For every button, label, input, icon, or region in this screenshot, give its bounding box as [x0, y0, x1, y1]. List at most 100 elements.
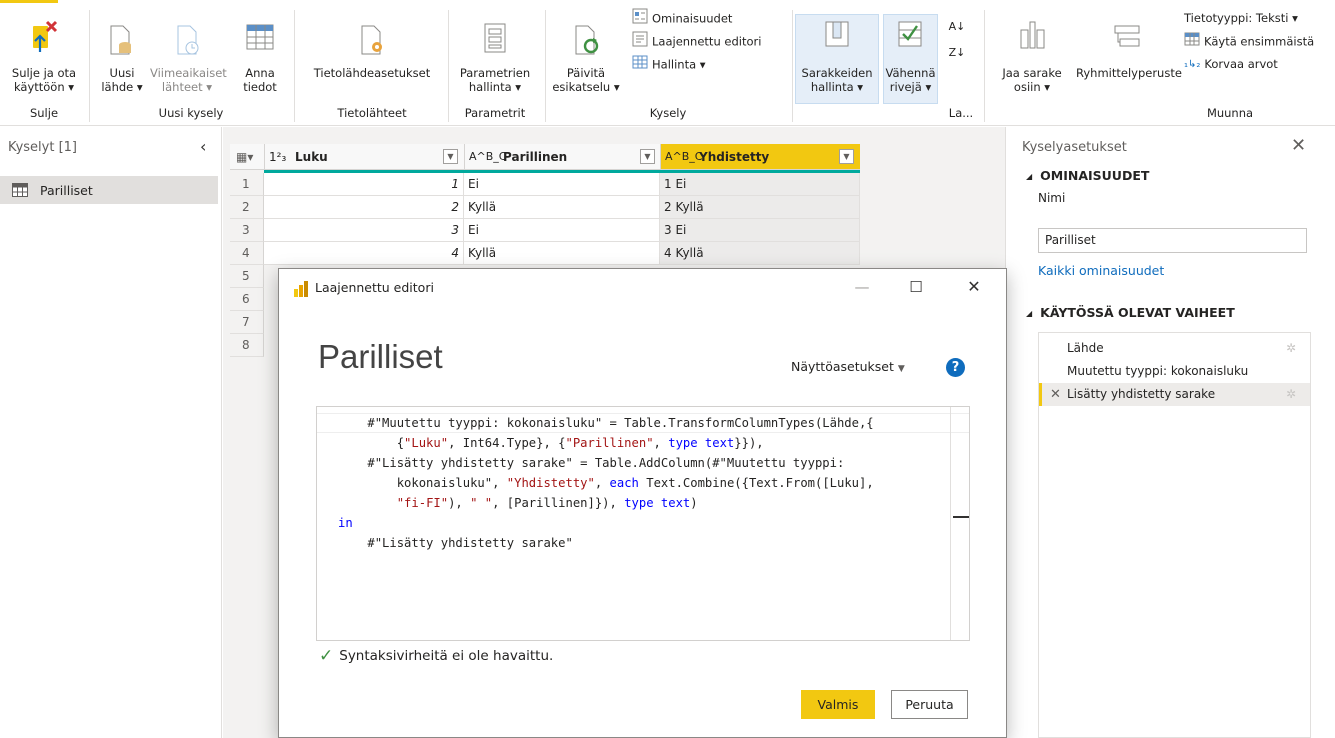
editor-scrollbar-marker[interactable] [953, 516, 969, 518]
table-cell[interactable]: 1 Ei [660, 173, 860, 196]
close-icon[interactable]: ✕ [957, 273, 991, 301]
table-cell[interactable]: 1 [264, 173, 464, 196]
done-button[interactable]: Valmis [801, 690, 875, 719]
row-number[interactable]: 7 [230, 311, 264, 334]
reduce-rows-label: Vähennä rivejä ▾ [885, 66, 936, 94]
refresh-preview-label: Päivitä esikatselu ▾ [552, 66, 620, 94]
cancel-button[interactable]: Peruuta [891, 690, 968, 719]
help-icon[interactable]: ? [946, 358, 965, 377]
table-cell[interactable]: Kyllä [464, 196, 660, 219]
enter-data-button[interactable]: Anna tiedot [238, 20, 282, 100]
properties-label: Ominaisuudet [652, 11, 733, 26]
column-header-label: Parillinen [503, 150, 568, 164]
table-cell[interactable]: 3 Ei [660, 219, 860, 242]
refresh-preview-button[interactable]: Päivitä esikatselu ▾ [548, 20, 624, 100]
sort-descending-button[interactable]: Z↓ [948, 46, 966, 66]
row-number[interactable]: 1 [230, 173, 264, 196]
row-number[interactable]: 6 [230, 288, 264, 311]
code-line: #"Lisätty yhdistetty sarake" = Table.Add… [367, 456, 845, 470]
step-label: Muutettu tyyppi: kokonaisluku [1067, 364, 1249, 378]
group-by-button[interactable]: Ryhmittelyperuste [1076, 20, 1182, 100]
table-icon [12, 183, 28, 197]
maximize-icon[interactable]: ☐ [899, 273, 933, 301]
data-source-settings-label: Tietolähdeasetukset [313, 66, 431, 80]
column-header-yhdistetty[interactable]: A^B_C Yhdistetty ▼ [660, 144, 860, 170]
manage-button[interactable]: Hallinta ▾ [632, 54, 706, 74]
row-number[interactable]: 2 [230, 196, 264, 219]
row-number[interactable]: 3 [230, 219, 264, 242]
recent-sources-label: Viimeaikaiset lähteet ▾ [150, 66, 227, 94]
all-properties-link[interactable]: Kaikki ominaisuudet [1038, 263, 1164, 278]
replace-values-button[interactable]: ₁↳₂ Korvaa arvot [1184, 54, 1278, 74]
close-apply-icon [33, 20, 58, 52]
query-name-input[interactable]: Parilliset [1038, 228, 1307, 253]
properties-heading-label: OMINAISUUDET [1040, 168, 1150, 183]
display-options-dropdown[interactable]: Näyttöasetukset ▼ [791, 359, 905, 374]
split-column-button[interactable]: Jaa sarake osiin ▾ [988, 20, 1076, 100]
editor-scrollbar-track[interactable] [950, 407, 951, 640]
sort-ascending-button[interactable]: A↓ [948, 20, 966, 40]
recent-sources-button[interactable]: Viimeaikaiset lähteet ▾ [150, 20, 227, 100]
applied-steps-heading[interactable]: ◢ KÄYTÖSSÄ OLEVAT VAIHEET [1026, 305, 1235, 320]
table-cell[interactable]: Ei [464, 173, 660, 196]
collapse-chevron-icon[interactable]: ‹ [200, 137, 206, 156]
reduce-rows-button[interactable]: Vähennä rivejä ▾ [883, 20, 938, 100]
manage-parameters-label: Parametrien hallinta ▾ [459, 66, 531, 94]
table-cell[interactable]: Kyllä [464, 242, 660, 265]
new-source-button[interactable]: Uusi lähde ▾ [96, 20, 148, 100]
code-editor[interactable]: #"Muutettu tyyppi: kokonaisluku" = Table… [316, 406, 970, 641]
close-icon[interactable]: ✕ [1291, 135, 1306, 156]
step-item[interactable]: Muutettu tyyppi: kokonaisluku [1039, 360, 1310, 383]
choose-columns-button[interactable]: Sarakkeiden hallinta ▾ [795, 20, 879, 100]
whole-number-type-icon[interactable]: 1²₃ [269, 150, 286, 164]
gear-icon[interactable]: ✲ [1286, 383, 1296, 406]
column-header-luku[interactable]: 1²₃ Luku ▼ [264, 144, 464, 170]
filter-dropdown-icon[interactable]: ▼ [839, 149, 854, 164]
text-type-icon[interactable]: A^B_C [469, 150, 506, 163]
row-number[interactable]: 4 [230, 242, 264, 265]
table-menu-icon: ▦▾ [236, 150, 254, 164]
use-first-row-button[interactable]: Käytä ensimmäistä [1184, 31, 1314, 51]
table-cell[interactable]: 2 Kyllä [660, 196, 860, 219]
properties-section-heading[interactable]: ◢ OMINAISUUDET [1026, 168, 1149, 183]
sort-descending-icon: Z↓ [948, 46, 966, 59]
close-apply-button[interactable]: Sulje ja ota käyttöön ▾ [4, 20, 84, 100]
parameters-icon [484, 23, 506, 53]
reduce-rows-icon [898, 21, 922, 47]
ribbon-separator [448, 10, 449, 122]
minimize-icon[interactable]: — [845, 273, 879, 301]
table-menu-button[interactable]: ▦▾ [230, 144, 264, 170]
split-column-label: Jaa sarake osiin ▾ [1002, 66, 1062, 94]
manage-parameters-button[interactable]: Parametrien hallinta ▾ [452, 20, 538, 100]
step-item-selected[interactable]: ✕ Lisätty yhdistetty sarake ✲ [1039, 383, 1310, 406]
step-item[interactable]: Lähde ✲ [1039, 337, 1310, 360]
name-label: Nimi [1038, 191, 1066, 205]
text-type-icon[interactable]: A^B_C [665, 150, 702, 163]
gear-icon[interactable]: ✲ [1286, 337, 1296, 360]
advanced-editor-button[interactable]: Laajennettu editori [632, 31, 761, 51]
properties-icon [632, 8, 648, 30]
table-cell[interactable]: 3 [264, 219, 464, 242]
columns-icon [825, 21, 849, 47]
table-cell[interactable]: 2 [264, 196, 464, 219]
code-line: "fi-FI"), " ", [Parillinen]}), type text… [396, 496, 698, 510]
delete-step-icon[interactable]: ✕ [1050, 383, 1061, 406]
filter-dropdown-icon[interactable]: ▼ [640, 149, 655, 164]
table-cell[interactable]: 4 [264, 242, 464, 265]
close-apply-label: Sulje ja ota käyttöön ▾ [11, 66, 77, 94]
collapse-triangle-icon: ◢ [1026, 309, 1033, 318]
query-item-parilliset[interactable]: Parilliset [0, 176, 218, 204]
display-options-label: Näyttöasetukset [791, 359, 894, 374]
row-number[interactable]: 5 [230, 265, 264, 288]
properties-button[interactable]: Ominaisuudet [632, 8, 732, 28]
filter-dropdown-icon[interactable]: ▼ [443, 149, 458, 164]
data-source-settings-button[interactable]: Tietolähdeasetukset [302, 20, 442, 100]
row-number[interactable]: 8 [230, 334, 264, 357]
checkmark-icon: ✓ [319, 646, 334, 666]
column-header-parillinen[interactable]: A^B_C Parillinen ▼ [464, 144, 660, 170]
table-cell[interactable]: 4 Kyllä [660, 242, 860, 265]
table-cell[interactable]: Ei [464, 219, 660, 242]
queries-pane-title: Kyselyt [1] [8, 140, 77, 155]
data-type-button[interactable]: Tietotyyppi: Teksti ▾ [1184, 8, 1298, 28]
applied-steps-heading-label: KÄYTÖSSÄ OLEVAT VAIHEET [1040, 305, 1235, 320]
